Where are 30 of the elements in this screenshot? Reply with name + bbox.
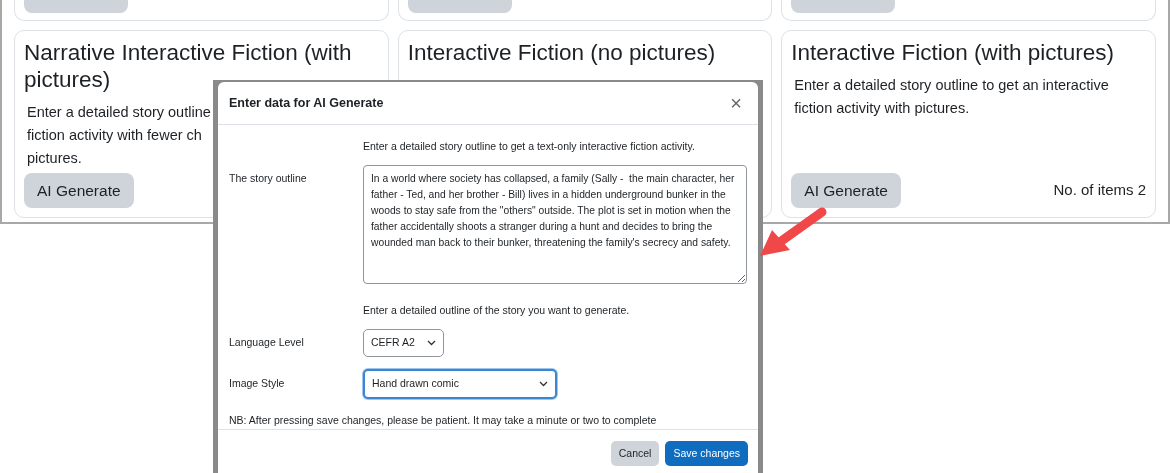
- arrow: [760, 207, 827, 256]
- close-button[interactable]: ×: [726, 93, 746, 113]
- button[interactable]: [407, 0, 512, 13]
- modal-title: Enter data for AI Generate: [229, 94, 384, 112]
- card-description: fiction activity with fewer ch: [27, 126, 202, 145]
- card-description: Enter a detailed story outline: [27, 103, 211, 122]
- chevron-down-icon: [426, 340, 436, 347]
- intro-text: Enter a detailed story outline to get a text-only interactive fiction activity.: [363, 139, 695, 154]
- card-description: pictures.: [27, 149, 82, 168]
- button[interactable]: [24, 0, 128, 13]
- save-button[interactable]: Save changes: [665, 440, 748, 467]
- field-label: Language Level: [229, 336, 304, 349]
- field-label: The story outline: [229, 171, 307, 184]
- chevron-down-icon: [539, 380, 548, 387]
- button[interactable]: [791, 0, 896, 13]
- cancel-button[interactable]: Cancel: [610, 440, 660, 467]
- field-label: Image Style: [229, 377, 285, 389]
- card-title: Interactive Fiction (no pictures): [407, 39, 717, 66]
- help-text: Enter a detailed outline of the story you want to generate.: [363, 302, 630, 318]
- story-outline-field[interactable]: In a world where society has collapsed, a family (Sally - the main character, her father - Ted, and her brother - Bill) lives in a hidden underground bunker in the woods to stay safe from the "others" outside. The plot is set in motion when the father accidentally shoots a stranger during a hunt and decides to bring the wounded man back to their bunker, threatening the family's secrecy and safety.: [363, 164, 747, 284]
- ai-generate-button[interactable]: AI Generate: [24, 172, 134, 208]
- card-title: Narrative Interactive Fiction (with pictures): [24, 39, 353, 93]
- note-text: NB: After pressing save changes, please be patient. It may take a minute or two to complete: [229, 412, 658, 428]
- select-field[interactable]: Hand drawn comic: [363, 369, 557, 399]
- card-description: fiction activity with pictures.: [794, 99, 970, 118]
- select-field[interactable]: CEFR A2: [363, 329, 444, 357]
- ai-generate-button[interactable]: AI Generate: [791, 172, 901, 208]
- card-title: Interactive Fiction (with pictures): [791, 39, 1115, 66]
- card-description: Enter a detailed story outline to get an interactive: [794, 76, 1109, 95]
- item-count: No. of items 2: [1053, 180, 1146, 201]
